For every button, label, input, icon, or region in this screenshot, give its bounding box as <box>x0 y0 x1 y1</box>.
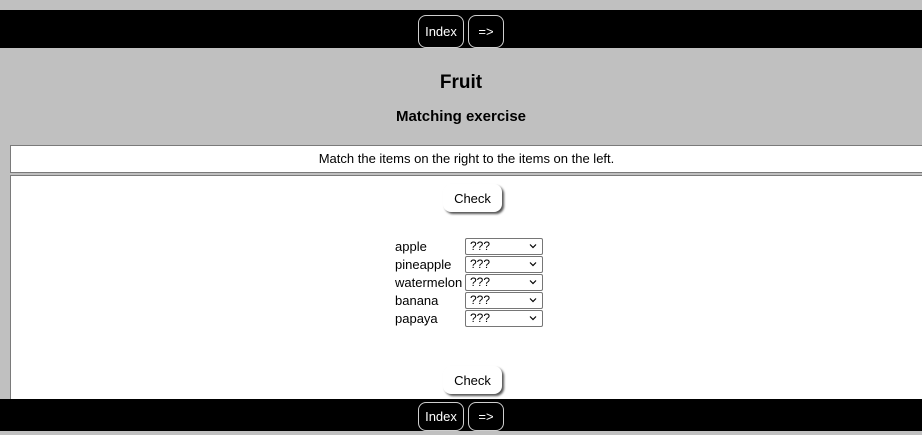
bottom-navbar: Index => <box>0 399 922 431</box>
next-button[interactable]: => <box>468 402 504 431</box>
chevron-down-icon <box>529 243 537 248</box>
chevron-down-icon <box>529 315 537 320</box>
page-header: Fruit Matching exercise <box>0 48 922 145</box>
match-label: apple <box>395 238 427 254</box>
chevron-down-icon <box>529 279 537 284</box>
match-row: watermelon ??? <box>395 273 543 291</box>
check-button-bottom[interactable]: Check <box>443 366 502 394</box>
answer-select[interactable]: ??? <box>465 309 543 327</box>
next-button[interactable]: => <box>468 14 504 48</box>
match-label: banana <box>395 292 439 308</box>
top-navbar: Index => <box>0 10 922 48</box>
index-button[interactable]: Index <box>418 402 464 431</box>
answer-select[interactable]: ??? <box>465 273 543 291</box>
exercise-panel: Check apple ??? pineapple ??? watermelon… <box>10 175 922 399</box>
answer-select[interactable]: ??? <box>465 237 543 255</box>
select-value: ??? <box>470 292 491 307</box>
select-value: ??? <box>470 274 491 289</box>
match-row: apple ??? <box>395 237 543 255</box>
match-label: pineapple <box>395 256 452 272</box>
check-button-top[interactable]: Check <box>443 184 502 212</box>
match-row: papaya ??? <box>395 309 543 327</box>
page-subtitle: Matching exercise <box>395 108 527 125</box>
match-label: papaya <box>395 310 438 326</box>
select-value: ??? <box>470 238 491 253</box>
chevron-down-icon <box>529 297 537 302</box>
index-button[interactable]: Index <box>418 14 464 48</box>
top-strip <box>0 0 922 10</box>
match-row: banana ??? <box>395 291 543 309</box>
page-title: Fruit <box>439 72 483 93</box>
matching-table: apple ??? pineapple ??? watermelon ??? b… <box>395 237 543 327</box>
chevron-down-icon <box>529 261 537 266</box>
select-value: ??? <box>470 310 491 325</box>
page: Index => Fruit Matching exercise Match t… <box>0 0 922 435</box>
answer-select[interactable]: ??? <box>465 255 543 273</box>
match-label: watermelon <box>395 274 463 290</box>
answer-select[interactable]: ??? <box>465 291 543 309</box>
select-value: ??? <box>470 256 491 271</box>
match-row: pineapple ??? <box>395 255 543 273</box>
instructions: Match the items on the right to the item… <box>10 145 922 173</box>
